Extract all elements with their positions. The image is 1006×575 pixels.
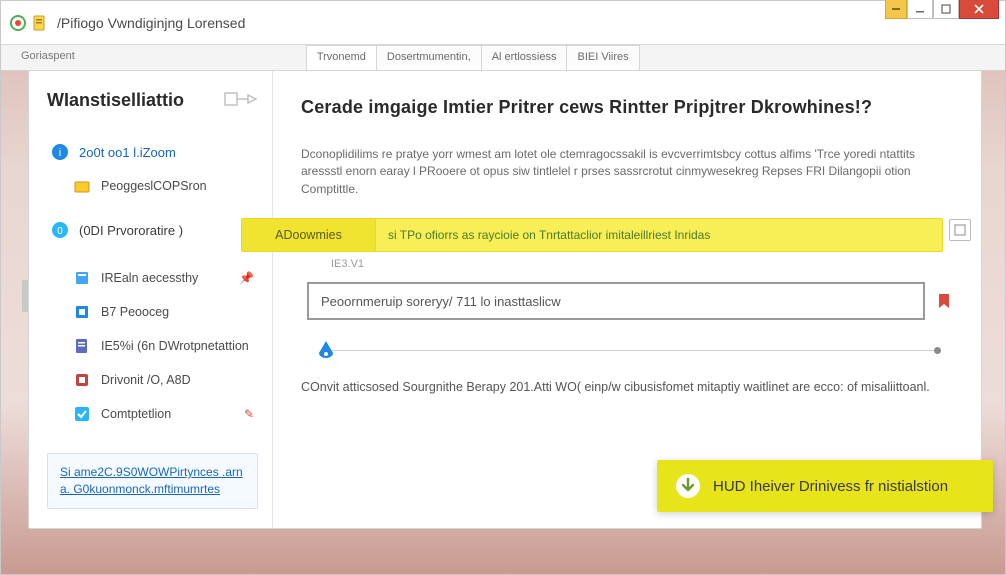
edit-icon: ✎	[244, 407, 254, 421]
page-description: Dconoplidilims re pratye yorr wmest am l…	[301, 146, 953, 198]
nav-item-packages[interactable]: PeoggeslCOPSron	[47, 169, 258, 203]
maximize-button[interactable]	[933, 0, 959, 19]
info-icon: i	[51, 143, 69, 161]
book-icon	[73, 269, 91, 287]
confirm-text: COnvit atticsosed Sourgnithe Berapy 201.…	[301, 380, 953, 394]
nav-label: B7 Peooceg	[101, 305, 169, 319]
install-cta-button[interactable]: HUD Iheiver Drinivess fr nistialstion	[657, 460, 993, 512]
svg-text:i: i	[59, 147, 61, 159]
cta-label: HUD Iheiver Drinivess fr nistialstion	[713, 478, 948, 495]
bookmark-icon[interactable]	[935, 292, 953, 310]
window-title: /Pifiogo Vwndiginjng Lorensed	[57, 15, 245, 31]
minimize-button[interactable]	[907, 0, 933, 19]
search-input[interactable]	[307, 282, 925, 320]
number-icon: 0	[51, 221, 69, 239]
tab-0[interactable]: Trvonemd	[306, 45, 377, 70]
highlight-tag[interactable]: ADoowmies	[241, 218, 375, 252]
app-icon	[9, 14, 27, 32]
window-controls	[885, 0, 999, 19]
notification-badge[interactable]	[885, 0, 907, 19]
help-link-2[interactable]: a. G0kuonmonck.mftimumrtes	[60, 481, 245, 498]
tab-2[interactable]: Al ertlossiess	[481, 45, 568, 70]
page-icon	[73, 337, 91, 355]
chip-icon	[73, 371, 91, 389]
slider-track	[327, 350, 937, 351]
nav-label: Drivonit /O, A8D	[101, 373, 191, 387]
nav-item-zoom[interactable]: i 2o0t oo1 l.iZoom	[47, 135, 258, 169]
wizard-step-icon	[224, 89, 258, 111]
pin-icon: 📌	[239, 271, 254, 285]
nav-item-documentation[interactable]: IE5%i (6n DWrotpnetattion	[47, 329, 258, 363]
close-button[interactable]	[959, 0, 999, 19]
nav-item-process[interactable]: B7 Peooceg	[47, 295, 258, 329]
workarea: WIanstiselliattio i 2o0t oo1 l.iZoom Peo…	[28, 70, 982, 529]
sidebar-heading: WIanstiselliattio	[47, 90, 184, 111]
nav-label: 2o0t oo1 l.iZoom	[79, 145, 176, 160]
slider-end-dot	[934, 347, 941, 354]
nav-label: PeoggeslCOPSron	[101, 179, 207, 193]
tab-3[interactable]: BIEI Viires	[566, 45, 639, 70]
nav-label: Comtptetlion	[101, 407, 171, 421]
tab-1[interactable]: Dosertmumentin,	[376, 45, 482, 70]
search-row	[307, 282, 953, 320]
nav-label: IE5%i (6n DWrotpnetattion	[101, 339, 249, 353]
slider[interactable]	[309, 340, 945, 362]
nav-list: i 2o0t oo1 l.iZoom PeoggeslCOPSron 0 (0D…	[47, 135, 258, 431]
download-icon	[675, 473, 701, 499]
doc-icon	[31, 14, 49, 32]
nav-item-accessibility[interactable]: IREaln aecessthy 📌	[47, 261, 258, 295]
sidebar: WIanstiselliattio i 2o0t oo1 l.iZoom Peo…	[29, 71, 273, 528]
folder-icon	[73, 177, 91, 195]
highlight-note: si TPo ofiorrs as raycioie on Tnrtattacl…	[375, 218, 943, 252]
check-icon	[73, 405, 91, 423]
nav-item-driver[interactable]: Drivonit /O, A8D	[47, 363, 258, 397]
nav-label: IREaln aecessthy	[101, 271, 198, 285]
nav-item-completion[interactable]: Comtptetlion ✎	[47, 397, 258, 431]
cube-icon	[73, 303, 91, 321]
main-panel: Cerade imgaige Imtier Pritrer cews Rintt…	[273, 71, 981, 528]
breadcrumb[interactable]: Goriaspent	[11, 45, 86, 70]
highlight-bar: ADoowmies si TPo ofiorrs as raycioie on …	[241, 218, 943, 252]
help-link-box: Si ame2C.9S0WOWPirtynces .arn a. G0kuonm…	[47, 453, 258, 509]
page-title: Cerade imgaige Imtier Pritrer cews Rintt…	[301, 97, 953, 118]
titlebar: /Pifiogo Vwndiginjng Lorensed	[1, 1, 1005, 45]
svg-text:0: 0	[57, 226, 63, 237]
nav-label: (0DI Prvororatire )	[79, 223, 183, 238]
nav-item-properties[interactable]: 0 (0DI Prvororatire )	[47, 213, 258, 247]
tabstrip: Goriaspent Trvonemd Dosertmumentin, Al e…	[1, 45, 1005, 71]
slider-handle-icon[interactable]	[315, 339, 337, 361]
highlight-subnote: IE3.V1	[331, 258, 953, 270]
expand-button[interactable]	[949, 219, 971, 241]
help-link-1[interactable]: Si ame2C.9S0WOWPirtynces .arn	[60, 464, 245, 481]
